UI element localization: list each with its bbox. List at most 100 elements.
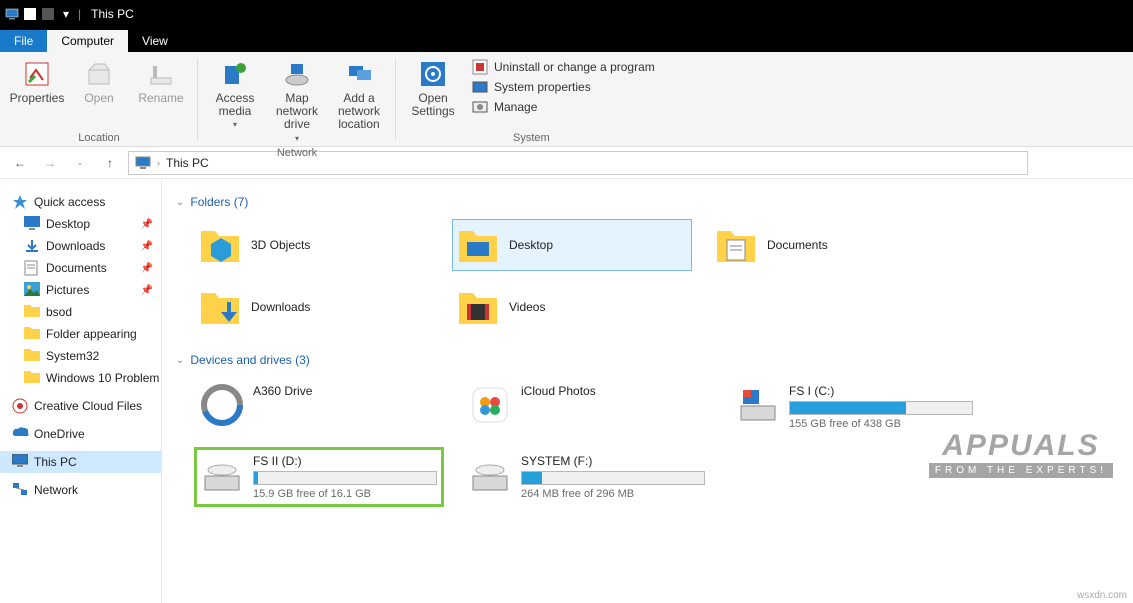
sidebar: Quick access Desktop📌 Downloads📌 Documen…: [0, 179, 162, 603]
rename-icon: [145, 58, 177, 90]
star-icon: [12, 194, 28, 210]
download-icon: [24, 238, 40, 254]
drive-usage-bar: [521, 471, 705, 485]
sidebar-item-onedrive[interactable]: OneDrive: [0, 423, 161, 445]
cloud-icon: [12, 426, 28, 442]
tab-view[interactable]: View: [128, 30, 182, 52]
watermark: APPUALS FROM THE EXPERTS!: [929, 429, 1113, 478]
drive-f[interactable]: SYSTEM (F:) 264 MB free of 296 MB: [462, 447, 712, 507]
drive-icloud[interactable]: iCloud Photos: [462, 377, 712, 437]
tab-computer[interactable]: Computer: [47, 30, 128, 52]
manage-button[interactable]: Manage: [468, 98, 659, 116]
chevron-down-icon: ⌄: [176, 355, 184, 366]
open-button: Open: [70, 56, 128, 107]
ribbon-group-label: System: [513, 132, 550, 144]
network-icon: [12, 482, 28, 498]
folder-documents[interactable]: Documents: [710, 219, 950, 271]
folder-videos[interactable]: Videos: [452, 281, 692, 333]
folder-icon: [715, 224, 757, 266]
pin-icon: 📌: [141, 285, 153, 296]
recent-dropdown[interactable]: ⌄: [68, 151, 92, 175]
map-drive-icon: [281, 58, 313, 90]
pc-icon: [12, 454, 28, 470]
folder-icon: [24, 370, 40, 386]
folder-icon: [24, 304, 40, 320]
sidebar-item-bsod[interactable]: bsod: [0, 301, 161, 323]
tab-file[interactable]: File: [0, 30, 47, 52]
folder-icon: [199, 224, 241, 266]
sidebar-item-desktop[interactable]: Desktop📌: [0, 213, 161, 235]
forward-button: →: [38, 151, 62, 175]
media-icon: [219, 58, 251, 90]
pc-icon: [135, 156, 151, 170]
window-title: This PC: [91, 7, 134, 21]
folder-desktop[interactable]: Desktop: [452, 219, 692, 271]
properties-button[interactable]: Properties: [8, 56, 66, 107]
titlebar: ▾ | This PC: [0, 0, 1133, 28]
back-button[interactable]: ←: [8, 151, 32, 175]
disk-icon: [201, 454, 243, 496]
chevron-down-icon: ⌄: [176, 197, 184, 208]
sidebar-item-downloads[interactable]: Downloads📌: [0, 235, 161, 257]
chevron-right-icon: ›: [157, 158, 160, 168]
sidebar-item-this-pc[interactable]: This PC: [0, 451, 161, 473]
section-drives[interactable]: ⌄ Devices and drives (3): [176, 347, 1119, 373]
folder-icon: [457, 286, 499, 328]
drive-usage-bar: [789, 401, 973, 415]
navbar: ← → ⌄ ↑ › This PC: [0, 147, 1133, 179]
add-location-button[interactable]: Add a network location: [330, 56, 388, 145]
up-button[interactable]: ↑: [98, 151, 122, 175]
ribbon-group-network: Access media ▾ Map network drive ▾ Add a…: [198, 52, 396, 146]
rename-button: Rename: [132, 56, 190, 107]
sidebar-item-network[interactable]: Network: [0, 479, 161, 501]
qa-icon[interactable]: [40, 6, 56, 22]
sidebar-item-pictures[interactable]: Pictures📌: [0, 279, 161, 301]
open-settings-button[interactable]: Open Settings: [404, 56, 462, 120]
sidebar-item-documents[interactable]: Documents📌: [0, 257, 161, 279]
ribbon-group-label: Location: [78, 132, 120, 144]
sidebar-item-folder-appearing[interactable]: Folder appearing: [0, 323, 161, 345]
pin-icon: 📌: [141, 219, 153, 230]
drive-d[interactable]: FS II (D:) 15.9 GB free of 16.1 GB: [194, 447, 444, 507]
sidebar-item-system32[interactable]: System32: [0, 345, 161, 367]
ribbon-group-label: Network: [277, 147, 317, 159]
access-media-button[interactable]: Access media ▾: [206, 56, 264, 145]
sysprops-icon: [472, 79, 488, 95]
pc-icon: [4, 6, 20, 22]
menu-tabs: File Computer View: [0, 28, 1133, 52]
manage-icon: [472, 99, 488, 115]
properties-icon: [21, 58, 53, 90]
uninstall-icon: [472, 59, 488, 75]
folder-downloads[interactable]: Downloads: [194, 281, 434, 333]
drive-c[interactable]: FS I (C:) 155 GB free of 438 GB: [730, 377, 980, 437]
section-folders[interactable]: ⌄ Folders (7): [176, 189, 1119, 215]
folder-3dobjects[interactable]: 3D Objects: [194, 219, 434, 271]
ribbon: Properties Open Rename Location Access m…: [0, 52, 1133, 147]
system-properties-button[interactable]: System properties: [468, 78, 659, 96]
address-bar[interactable]: › This PC: [128, 151, 1028, 175]
uninstall-program-button[interactable]: Uninstall or change a program: [468, 58, 659, 76]
save-icon[interactable]: [22, 6, 38, 22]
chevron-down-icon: ▾: [295, 134, 299, 143]
dropdown-icon[interactable]: ▾: [58, 6, 74, 22]
footer-credit: wsxdn.com: [1077, 590, 1127, 601]
picture-icon: [24, 282, 40, 298]
sidebar-item-win10problem[interactable]: Windows 10 Problem: [0, 367, 161, 389]
disk-icon: [469, 454, 511, 496]
disk-icon: [737, 384, 779, 426]
sidebar-item-ccfiles[interactable]: Creative Cloud Files: [0, 395, 161, 417]
drive-a360[interactable]: A360 Drive: [194, 377, 444, 437]
pin-icon: 📌: [141, 241, 153, 252]
icloud-icon: [469, 384, 511, 426]
content-area: ⌄ Folders (7) 3D Objects Desktop Documen…: [162, 179, 1133, 603]
ribbon-group-location: Properties Open Rename Location: [0, 52, 198, 146]
open-icon: [83, 58, 115, 90]
chevron-down-icon: ▾: [233, 120, 237, 129]
folder-icon: [24, 326, 40, 342]
sidebar-item-quick-access[interactable]: Quick access: [0, 191, 161, 213]
folder-icon: [24, 348, 40, 364]
folder-icon: [199, 286, 241, 328]
document-icon: [24, 260, 40, 276]
breadcrumb[interactable]: This PC: [166, 156, 209, 170]
map-drive-button[interactable]: Map network drive ▾: [268, 56, 326, 145]
